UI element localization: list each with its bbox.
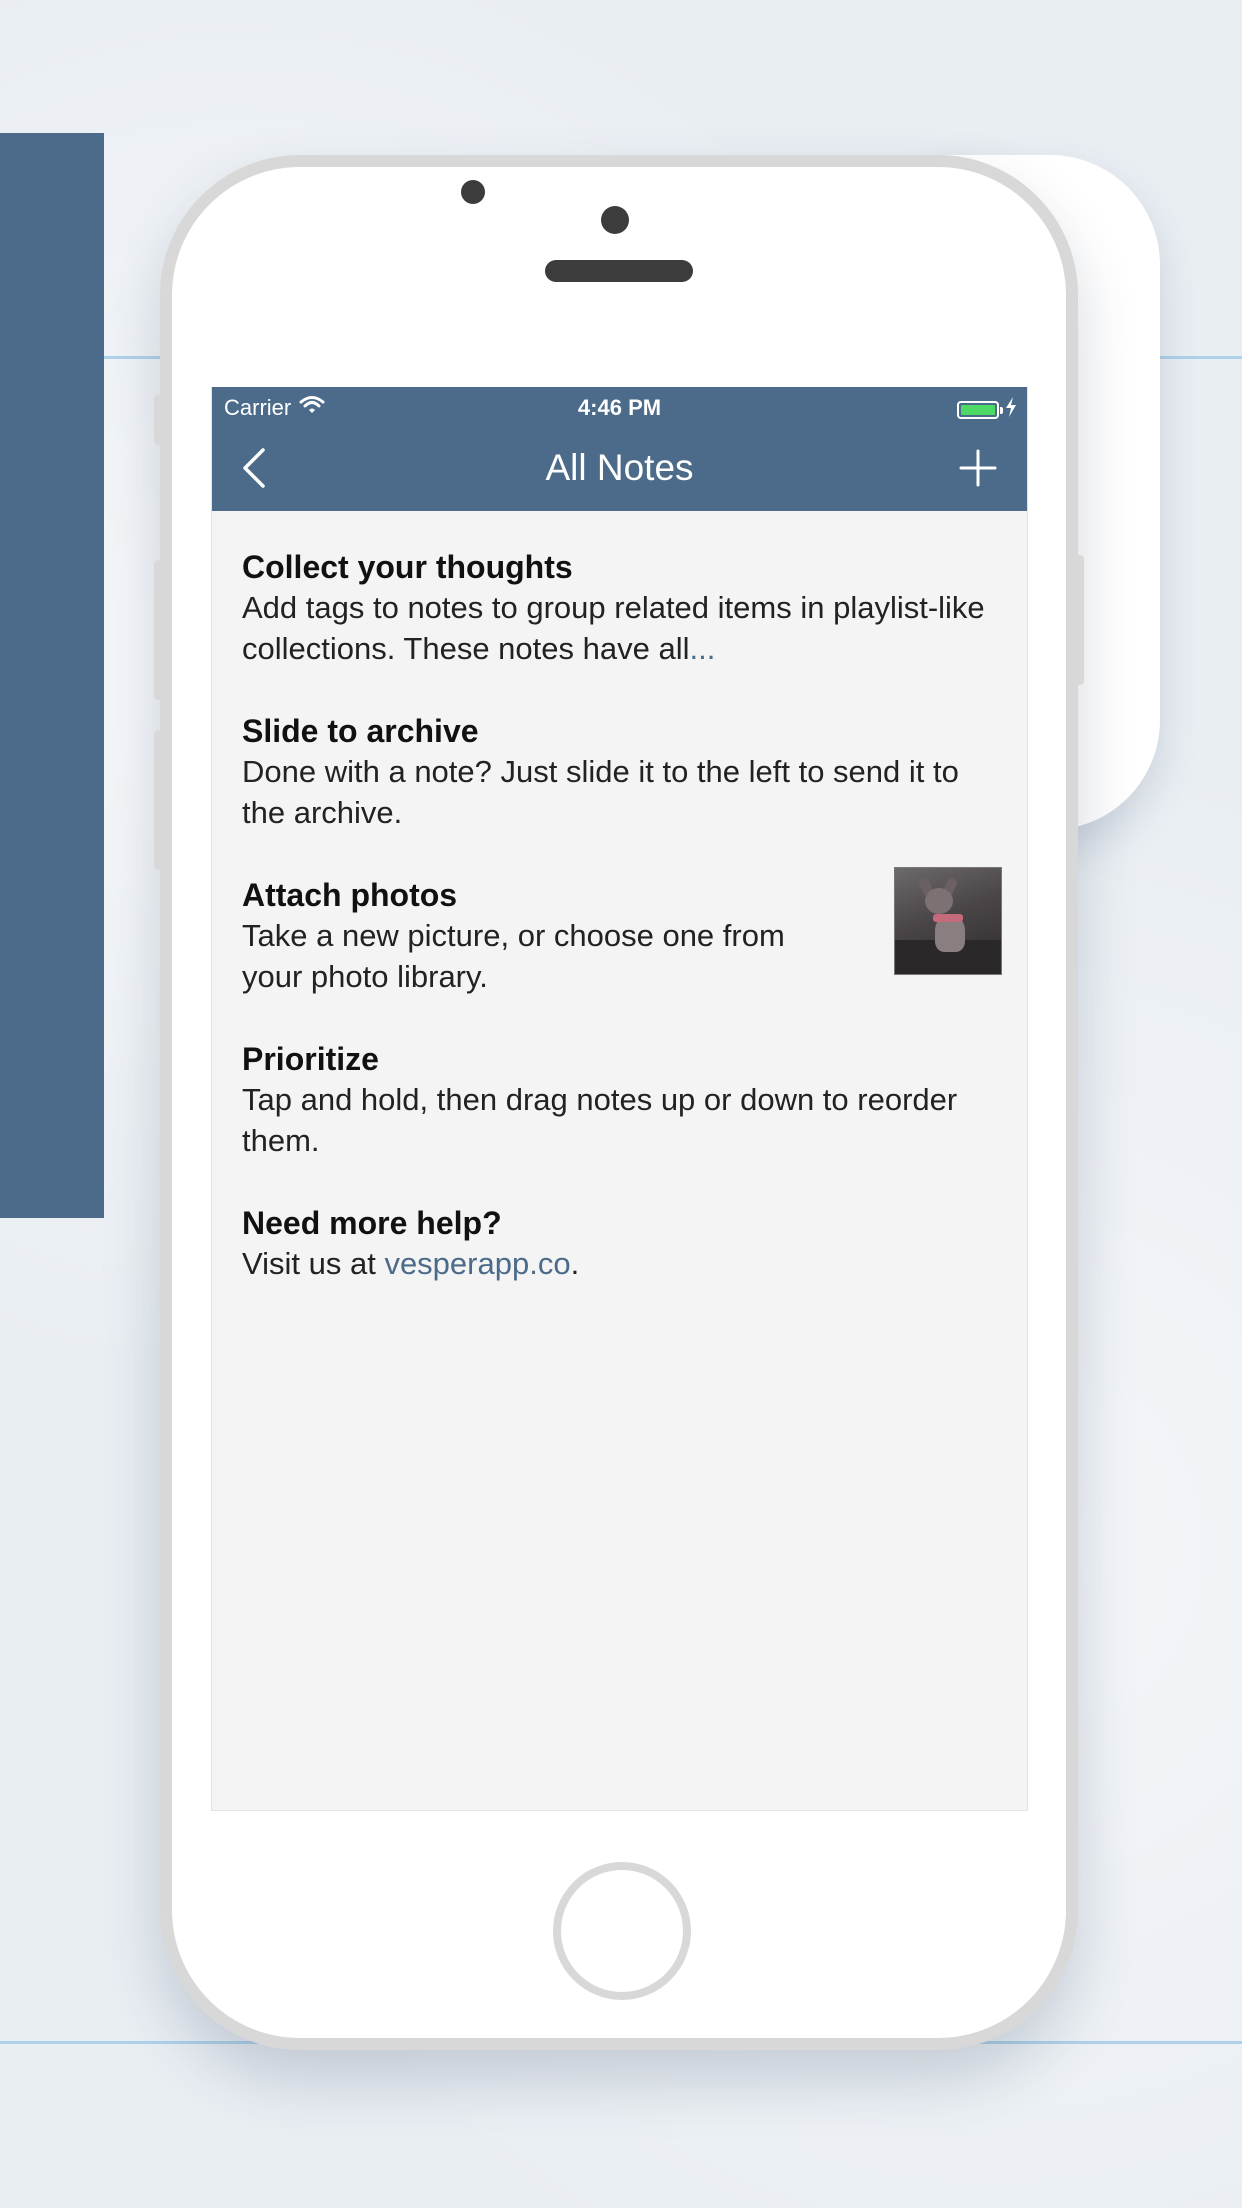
status-bar: Carrier 4:46 PM (212, 387, 1027, 427)
note-item[interactable]: Attach photos Take a new picture, or cho… (242, 867, 1002, 997)
note-item[interactable]: Prioritize Tap and hold, then drag notes… (242, 1039, 1002, 1161)
note-photo-thumbnail[interactable] (894, 867, 1002, 975)
note-body: Take a new picture, or choose one from y… (242, 918, 785, 994)
note-item[interactable]: Slide to archive Done with a note? Just … (242, 711, 1002, 833)
app-screen: Carrier 4:46 PM All Notes Collect your t… (211, 387, 1028, 1811)
phone-sensor (601, 206, 629, 234)
status-time: 4:46 PM (577, 395, 662, 420)
note-item[interactable]: Need more help? Visit us at vesperapp.co… (242, 1203, 1002, 1284)
battery-icon (957, 401, 1003, 419)
phone-front-camera (461, 180, 485, 204)
status-battery (957, 397, 1017, 423)
phone-side-button-volume-down (154, 730, 164, 870)
phone-speaker (545, 260, 693, 282)
note-title: Collect your thoughts (242, 549, 573, 585)
bolt-icon (1005, 397, 1017, 423)
note-title: Slide to archive (242, 713, 479, 749)
note-body: Add tags to notes to group related items… (242, 590, 985, 666)
notes-list: Collect your thoughts Add tags to notes … (242, 547, 1002, 1326)
add-note-button[interactable] (955, 447, 1001, 493)
navigation-bar: All Notes (212, 427, 1027, 511)
help-link[interactable]: vesperapp.co (384, 1246, 570, 1281)
note-item[interactable]: Collect your thoughts Add tags to notes … (242, 547, 1002, 669)
note-title: Attach photos (242, 877, 458, 913)
note-title: Need more help? (242, 1205, 502, 1241)
phone-home-button[interactable] (553, 1862, 691, 2000)
note-body: Done with a note? Just slide it to the l… (242, 754, 959, 830)
note-body: Visit us at vesperapp.co. (242, 1246, 580, 1281)
phone-side-button-volume-up (154, 560, 164, 700)
plus-icon (959, 449, 997, 492)
note-body: Tap and hold, then drag notes up or down… (242, 1082, 958, 1158)
phone-side-button-mute (154, 395, 164, 445)
phone-side-button-power (1074, 555, 1084, 685)
background-panel (0, 133, 104, 1218)
note-title: Prioritize (242, 1041, 379, 1077)
page-title: All Notes (545, 447, 694, 488)
note-ellipsis: ... (689, 631, 716, 666)
